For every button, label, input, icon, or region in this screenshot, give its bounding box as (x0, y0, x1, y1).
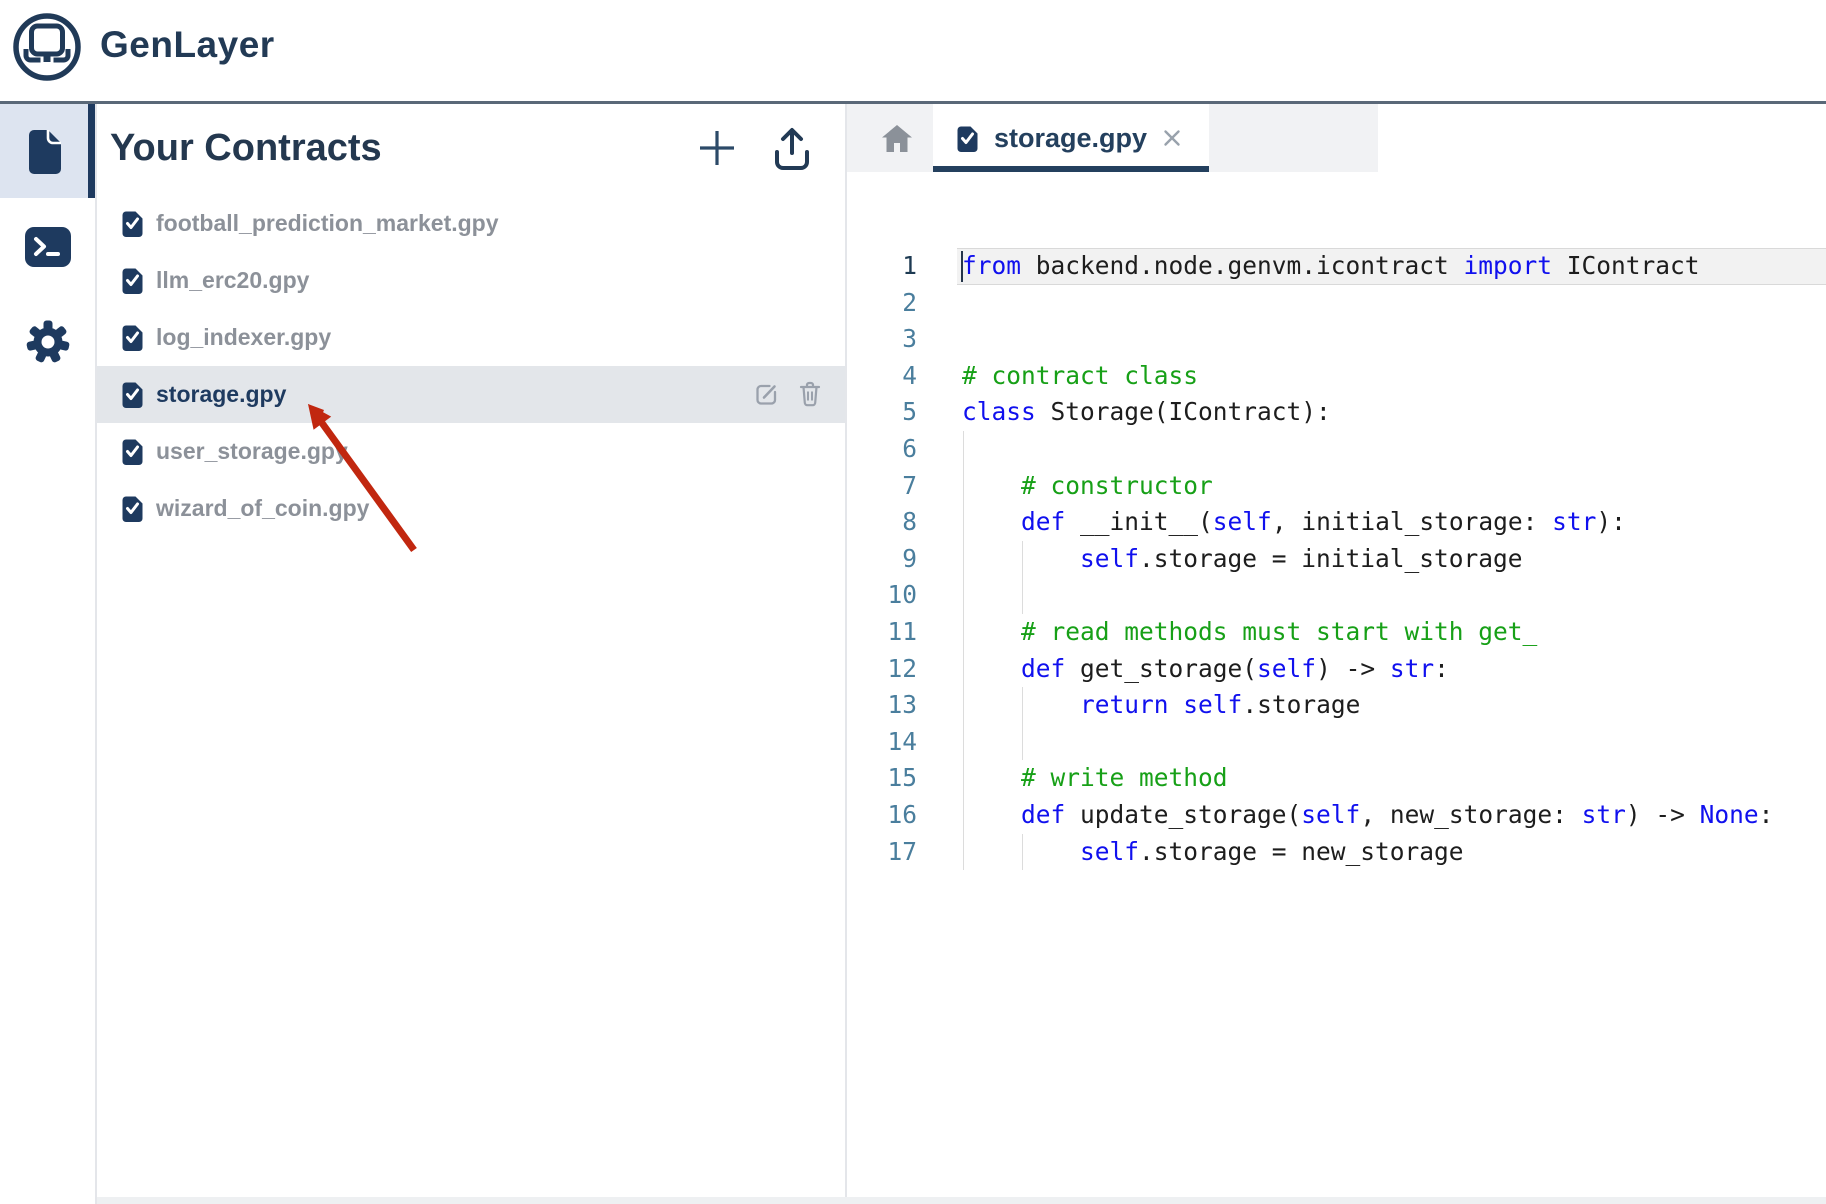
line-number-gutter: 1234567891011121314151617 (847, 248, 917, 870)
contract-list-item[interactable]: llm_erc20.gpy (97, 252, 845, 309)
contract-list-item[interactable]: wizard_of_coin.gpy (97, 480, 845, 537)
contract-file-name: football_prediction_market.gpy (156, 210, 499, 237)
brand-name: GenLayer (100, 24, 275, 66)
file-icon (22, 127, 64, 177)
sidebar-item-settings[interactable] (0, 312, 95, 372)
file-check-icon (120, 381, 145, 408)
gear-icon (24, 318, 72, 366)
file-check-icon (120, 267, 145, 294)
genlayer-simulator-window: GenLayer (0, 0, 1826, 1204)
activity-bar (0, 104, 95, 1204)
app-header: GenLayer (0, 0, 1826, 101)
home-icon (880, 123, 914, 154)
home-button[interactable] (861, 104, 933, 172)
genlayer-logo-icon (12, 12, 82, 82)
header-divider (0, 101, 1826, 104)
row-actions (755, 366, 821, 423)
edit-icon[interactable] (755, 382, 779, 406)
active-indicator-bar (88, 104, 95, 198)
terminal-icon (24, 226, 72, 268)
contracts-panel: Your Contracts football_prediction_marke… (97, 104, 845, 1204)
contract-file-name: llm_erc20.gpy (156, 267, 309, 294)
editor-tab-bar: storage.gpy (847, 104, 1826, 172)
file-check-icon (120, 438, 145, 465)
contract-file-name: storage.gpy (156, 381, 286, 408)
trash-icon[interactable] (799, 381, 821, 407)
contract-file-name: wizard_of_coin.gpy (156, 495, 369, 522)
file-check-icon (955, 125, 980, 152)
contracts-panel-title: Your Contracts (110, 126, 382, 170)
sidebar-item-terminal[interactable] (0, 217, 95, 277)
bottom-scroll-track (97, 1197, 1826, 1204)
text-cursor (961, 251, 964, 282)
code-area[interactable]: 1234567891011121314151617 from backend.n… (847, 172, 1826, 1204)
file-check-icon (120, 495, 145, 522)
tab-label: storage.gpy (994, 123, 1147, 154)
code-editor: storage.gpy 1234567891011121314151617 fr… (847, 104, 1826, 1204)
contract-file-name: user_storage.gpy (156, 438, 348, 465)
contract-file-name: log_indexer.gpy (156, 324, 331, 351)
contract-file-list: football_prediction_market.gpy llm_erc20… (97, 195, 845, 537)
contract-list-item[interactable]: user_storage.gpy (97, 423, 845, 480)
contract-list-item[interactable]: football_prediction_market.gpy (97, 195, 845, 252)
code-lines: from backend.node.genvm.icontract import… (962, 248, 1773, 870)
contract-list-item[interactable]: log_indexer.gpy (97, 309, 845, 366)
upload-icon[interactable] (770, 126, 814, 172)
file-check-icon (120, 210, 145, 237)
contract-list-item[interactable]: storage.gpy (97, 366, 845, 423)
sidebar-item-contracts[interactable] (0, 104, 95, 198)
close-icon[interactable] (1161, 127, 1183, 149)
plus-icon[interactable] (698, 129, 736, 167)
tab-storage-gpy[interactable]: storage.gpy (933, 104, 1209, 172)
file-check-icon (120, 324, 145, 351)
